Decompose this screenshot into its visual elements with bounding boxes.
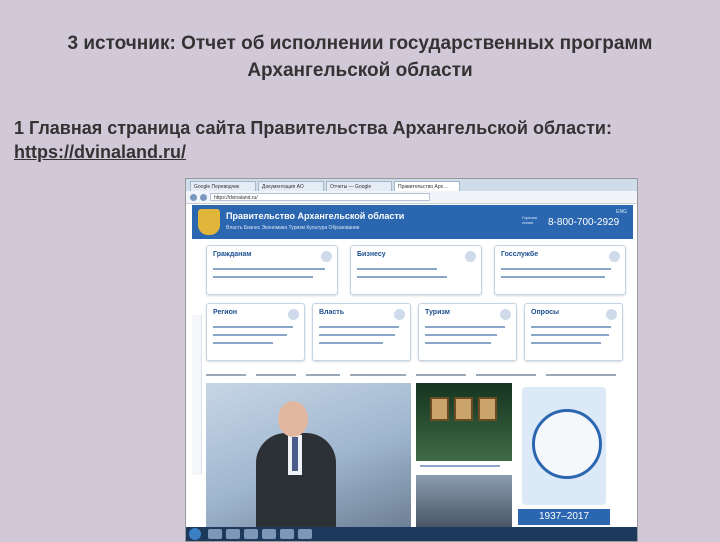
hotline-phone: 8-800-700-2929 <box>548 217 620 228</box>
document-icon <box>609 251 620 262</box>
globe-icon <box>500 309 511 320</box>
card-links[interactable] <box>213 268 325 270</box>
card-title: Туризм <box>425 309 450 316</box>
card-business[interactable]: Бизнесу <box>350 245 482 295</box>
nav-link[interactable] <box>306 374 340 376</box>
card-links[interactable] <box>319 342 383 344</box>
card-links[interactable] <box>531 326 611 328</box>
site-menu[interactable]: Власть Бизнес Экономика Туризм Культура … <box>226 225 360 231</box>
person-figure <box>256 401 336 528</box>
slide-body: 1 Главная страница сайта Правительства А… <box>14 116 714 164</box>
browser-tabbar: Google Переводчик Документация АО Отчеты… <box>186 179 637 191</box>
card-links[interactable] <box>213 342 273 344</box>
explorer-icon[interactable] <box>208 529 222 539</box>
picture-frame-icon <box>430 397 449 421</box>
card-title: Бизнесу <box>357 251 386 258</box>
slide-title: 3 источник: Отчет об исполнении государс… <box>67 33 653 81</box>
news-image-2[interactable] <box>416 475 512 528</box>
news-image[interactable] <box>416 383 512 461</box>
card-civil-service[interactable]: Госслужбе <box>494 245 626 295</box>
browser-screenshot: Google Переводчик Документация АО Отчеты… <box>185 178 638 542</box>
card-title: Власть <box>319 309 345 316</box>
card-links[interactable] <box>319 326 399 328</box>
app-icon[interactable] <box>298 529 312 539</box>
browser-tab[interactable]: Google Переводчик <box>190 181 256 191</box>
accessibility-sidebar[interactable] <box>192 315 202 475</box>
browser-icon[interactable] <box>226 529 240 539</box>
browser-tab-active[interactable]: Правительство Арх… <box>394 181 460 191</box>
office-icon[interactable] <box>244 529 258 539</box>
coat-of-arms-icon[interactable] <box>198 209 220 235</box>
card-polls[interactable]: Опросы <box>524 303 623 361</box>
card-links[interactable] <box>531 334 609 336</box>
site-navigation-row[interactable] <box>206 371 624 381</box>
org-name[interactable]: Правительство Архангельской области <box>226 211 404 221</box>
card-links[interactable] <box>425 334 497 336</box>
map-icon <box>288 309 299 320</box>
nav-link[interactable] <box>206 374 246 376</box>
card-links[interactable] <box>531 342 601 344</box>
card-links[interactable] <box>357 276 447 278</box>
nav-link[interactable] <box>256 374 296 376</box>
site-link[interactable]: https://dvinaland.ru/ <box>14 142 186 162</box>
emblem-icon <box>532 409 602 479</box>
card-title: Госслужбе <box>501 251 539 258</box>
card-links[interactable] <box>425 342 491 344</box>
card-title: Регион <box>213 309 238 316</box>
picture-frame-icon <box>478 397 497 421</box>
app-icon[interactable] <box>280 529 294 539</box>
card-title: Опросы <box>531 309 560 316</box>
head-shape <box>278 401 308 437</box>
card-links[interactable] <box>501 276 605 278</box>
back-icon[interactable] <box>190 193 197 201</box>
browser-tab[interactable]: Документация АО <box>258 181 324 191</box>
forward-icon[interactable] <box>200 193 207 201</box>
picture-frame-icon <box>454 397 473 421</box>
card-tourism[interactable]: Туризм <box>418 303 517 361</box>
card-links[interactable] <box>319 334 395 336</box>
people-icon <box>321 251 332 262</box>
nav-link[interactable] <box>476 374 536 376</box>
building-icon <box>394 309 405 320</box>
browser-tab[interactable]: Отчеты — Google <box>326 181 392 191</box>
site-page: Правительство Архангельской области Влас… <box>192 205 633 528</box>
card-links[interactable] <box>357 268 437 270</box>
news-column <box>416 383 512 528</box>
anniversary-banner[interactable]: 1937–2017 <box>518 383 610 528</box>
checkmark-icon <box>606 309 617 320</box>
nav-link[interactable] <box>350 374 406 376</box>
site-header: Правительство Архангельской области Влас… <box>192 205 633 239</box>
card-power[interactable]: Власть <box>312 303 411 361</box>
card-links[interactable] <box>213 276 313 278</box>
url-input[interactable]: https://dvinaland.ru/ <box>210 193 430 201</box>
language-switch[interactable]: ENG <box>616 209 627 215</box>
nav-link[interactable] <box>416 374 466 376</box>
card-links[interactable] <box>213 326 293 328</box>
news-caption[interactable] <box>420 465 500 467</box>
card-region[interactable]: Регион <box>206 303 305 361</box>
tie-shape <box>292 437 298 471</box>
card-links[interactable] <box>425 326 505 328</box>
anniversary-years: 1937–2017 <box>518 509 610 525</box>
nav-link[interactable] <box>546 374 616 376</box>
card-title: Гражданам <box>213 251 252 258</box>
app-icon[interactable] <box>262 529 276 539</box>
start-icon[interactable] <box>189 528 201 540</box>
hotline-label: Горячая линия <box>522 215 537 225</box>
card-citizens[interactable]: Гражданам <box>206 245 338 295</box>
briefcase-icon <box>465 251 476 262</box>
slide-body-text: 1 Главная страница сайта Правительства А… <box>14 118 612 138</box>
card-links[interactable] <box>213 334 287 336</box>
windows-taskbar <box>186 527 637 541</box>
address-bar: https://dvinaland.ru/ <box>186 191 637 204</box>
card-links[interactable] <box>501 268 611 270</box>
governor-photo[interactable] <box>206 383 411 528</box>
